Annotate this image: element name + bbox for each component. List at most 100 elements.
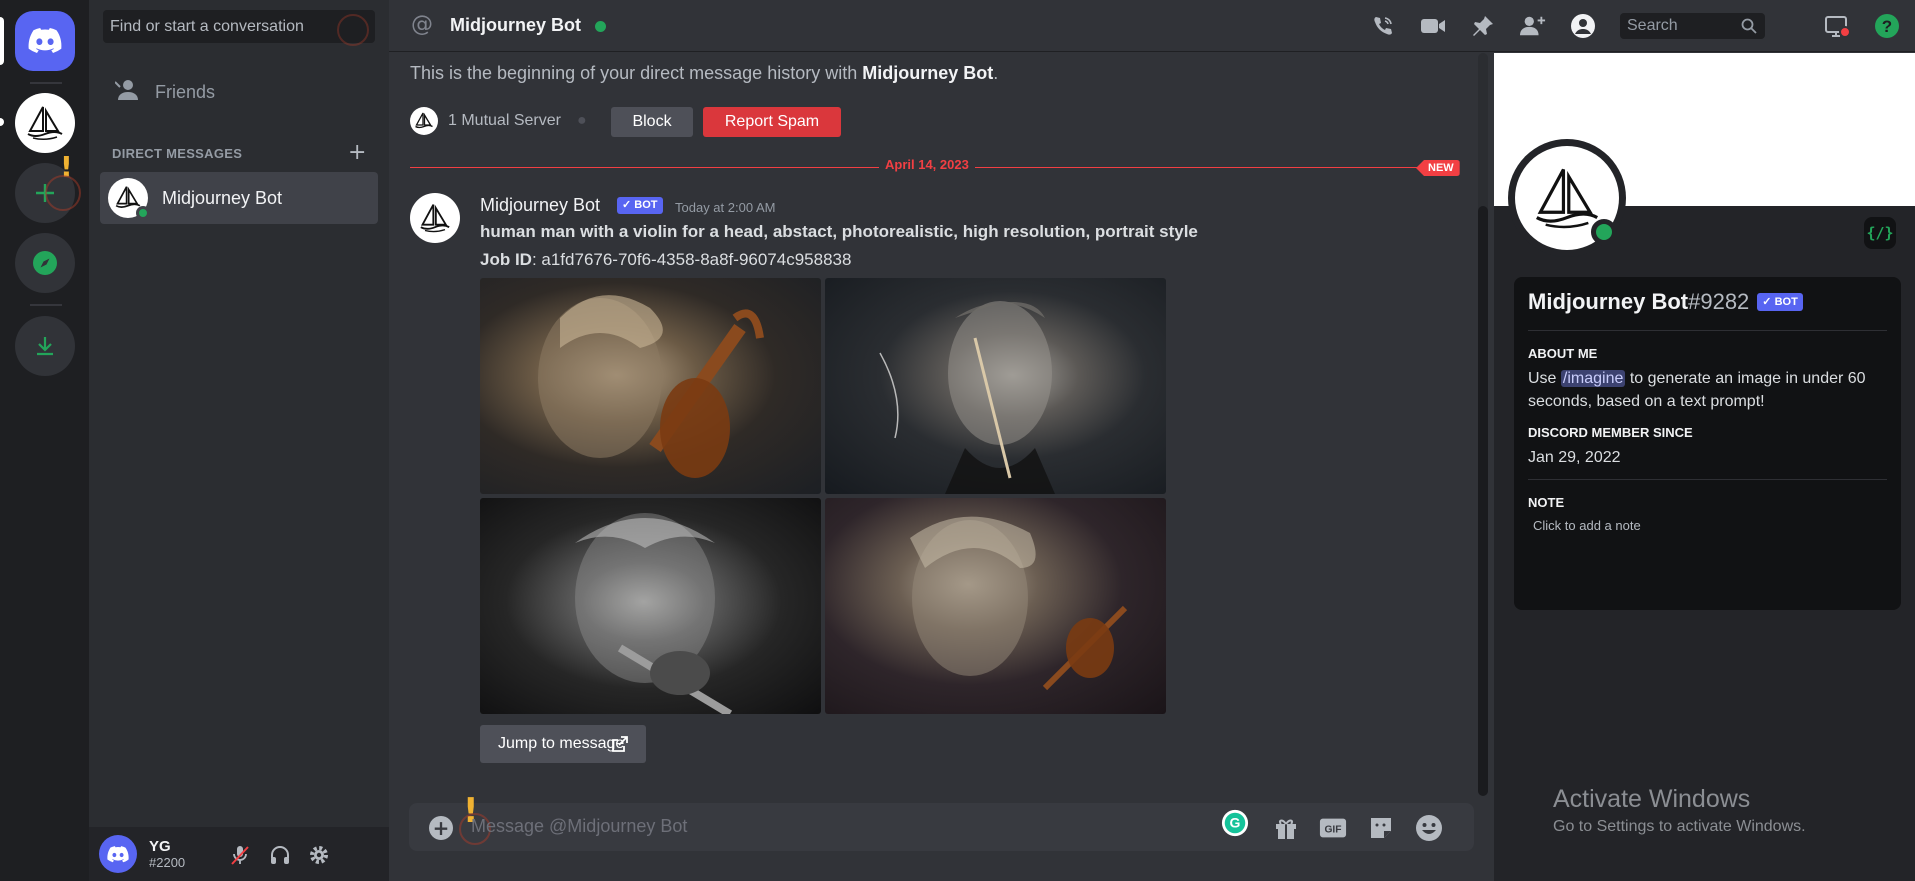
mutual-server-link[interactable]: 1 Mutual Server ●	[410, 107, 603, 135]
user-names[interactable]: YG #2200	[149, 838, 185, 870]
jump-to-message-button[interactable]: Jump to message	[480, 725, 646, 763]
bullet-separator: ●	[576, 112, 587, 129]
generated-image-4[interactable]	[825, 498, 1166, 714]
imagine-command[interactable]: /imagine	[1560, 370, 1626, 387]
external-link-icon	[612, 725, 628, 767]
intro-name: Midjourney Bot	[862, 63, 994, 83]
profile-name: Midjourney Bot #9282 ✓ BOT	[1528, 289, 1887, 315]
dm-item-label: Midjourney Bot	[162, 187, 283, 208]
friends-label: Friends	[155, 81, 216, 102]
search-input[interactable]: Search	[1620, 13, 1765, 39]
video-call-icon[interactable]	[1420, 13, 1446, 39]
profile-username: Midjourney Bot	[1528, 289, 1689, 314]
new-badge: NEW	[1416, 160, 1460, 176]
message-prompt: human man with a violin for a head, abst…	[480, 222, 1198, 241]
activate-windows-watermark: Activate Windows Go to Settings to activ…	[1553, 785, 1806, 836]
download-apps-button[interactable]	[15, 316, 75, 376]
user-avatar[interactable]	[99, 835, 137, 873]
generated-image-1[interactable]	[480, 278, 821, 494]
home-button[interactable]	[15, 11, 75, 71]
message-timestamp: Today at 2:00 AM	[675, 200, 776, 215]
create-dm-icon[interactable]: +	[348, 140, 366, 165]
voice-call-icon[interactable]	[1370, 13, 1396, 39]
mutual-server-avatar	[410, 107, 438, 135]
watermark-subtitle: Go to Settings to activate Windows.	[1553, 818, 1806, 835]
watermark-title: Activate Windows	[1553, 785, 1751, 813]
at-sign-icon: @	[411, 12, 433, 37]
message-composer[interactable]: + ! Message @Midjourney Bot G GIF	[409, 791, 1474, 851]
profile-discriminator: #9282	[1688, 289, 1750, 314]
jump-label: Jump to message	[498, 735, 625, 752]
note-title: NOTE	[1528, 495, 1565, 510]
message-job-id: Job ID: a1fd7676-70f6-4358-8a8f-96074c95…	[480, 250, 851, 270]
page-title[interactable]: Midjourney Bot	[450, 15, 581, 36]
dm-sidebar: Find or start a conversation Friends DIR…	[89, 0, 389, 881]
friends-nav-item[interactable]: Friends	[114, 76, 216, 108]
channel-header: @ Midjourney Bot Search ?	[389, 0, 1915, 52]
unread-pill	[0, 118, 4, 126]
settings-gear-icon[interactable]	[307, 843, 331, 867]
scrollbar-thumb[interactable]	[1478, 206, 1488, 796]
member-since-date: Jan 29, 2022	[1528, 449, 1621, 466]
message-author[interactable]: Midjourney Bot	[480, 195, 600, 216]
user-profile-panel: {/} Midjourney Bot #9282 ✓ BOT ABOUT ME U…	[1494, 53, 1915, 881]
image-grid	[480, 278, 1166, 718]
discord-logo-icon	[107, 845, 129, 862]
sticker-icon[interactable]	[1367, 814, 1395, 842]
user-profile-toggle-icon[interactable]	[1570, 13, 1596, 39]
intro-suffix: .	[993, 63, 999, 83]
pinned-messages-icon[interactable]	[1470, 13, 1496, 39]
about-me-text: Use /imagine to generate an image in und…	[1528, 367, 1887, 413]
chat-area: This is the beginning of your direct mes…	[389, 53, 1494, 881]
selected-pill	[0, 17, 4, 65]
intro-prefix: This is the beginning of your direct mes…	[410, 63, 858, 83]
midjourney-server-button[interactable]	[15, 93, 75, 153]
job-id-value: : a1fd7676-70f6-4358-8a8f-96074c958838	[531, 250, 852, 269]
search-placeholder: Search	[1627, 17, 1678, 34]
divider	[1528, 330, 1887, 331]
user-panel: YG #2200	[89, 827, 389, 881]
gift-icon[interactable]	[1272, 814, 1300, 842]
generated-image-2[interactable]	[825, 278, 1166, 494]
profile-card: Midjourney Bot #9282 ✓ BOT ABOUT ME Use /…	[1514, 277, 1901, 610]
block-button[interactable]: Block	[611, 107, 693, 137]
dm-intro-text: This is the beginning of your direct mes…	[410, 63, 998, 84]
find-conversation-input[interactable]: Find or start a conversation	[103, 10, 375, 46]
slash-commands-badge[interactable]: {/}	[1864, 217, 1896, 249]
message-avatar[interactable]	[410, 193, 460, 243]
divider	[1528, 479, 1887, 480]
midjourney-boat-icon	[27, 106, 63, 141]
svg-text:?: ?	[1882, 17, 1892, 36]
gif-icon[interactable]: GIF	[1319, 814, 1347, 842]
search-icon	[1741, 13, 1757, 43]
online-status-dot	[136, 206, 150, 220]
note-input[interactable]: Click to add a note	[1528, 518, 1887, 533]
avatar	[108, 178, 150, 220]
server-rail: !	[0, 0, 89, 881]
help-icon[interactable]: ?	[1874, 13, 1900, 39]
bot-badge: ✓ BOT	[617, 197, 663, 214]
discord-logo-icon	[28, 28, 62, 53]
message-input[interactable]: Message @Midjourney Bot	[471, 816, 687, 837]
upload-plus-icon[interactable]: +	[429, 816, 453, 840]
online-status-dot	[1591, 219, 1617, 245]
online-status-dot	[595, 21, 606, 32]
about-me-title: ABOUT ME	[1528, 346, 1598, 361]
mutual-servers-label: 1 Mutual Server	[448, 112, 561, 129]
inbox-icon[interactable]	[1824, 13, 1850, 39]
add-friends-to-dm-icon[interactable]	[1520, 13, 1546, 39]
midjourney-boat-icon	[415, 112, 433, 129]
emoji-icon[interactable]	[1415, 814, 1443, 842]
generated-image-3[interactable]	[480, 498, 821, 714]
dm-item-midjourney-bot[interactable]: Midjourney Bot	[100, 172, 378, 224]
headphones-icon[interactable]	[268, 843, 292, 867]
midjourney-boat-icon	[420, 204, 450, 233]
mute-mic-icon[interactable]	[228, 843, 252, 867]
grammarly-icon[interactable]: G	[1221, 809, 1249, 837]
job-id-label: Job ID	[480, 250, 532, 269]
direct-messages-header: DIRECT MESSAGES	[112, 146, 243, 161]
explore-servers-button[interactable]	[15, 233, 75, 293]
report-spam-button[interactable]: Report Spam	[703, 107, 841, 137]
member-since-title: DISCORD MEMBER SINCE	[1528, 425, 1693, 440]
about-pre: Use	[1528, 370, 1557, 387]
